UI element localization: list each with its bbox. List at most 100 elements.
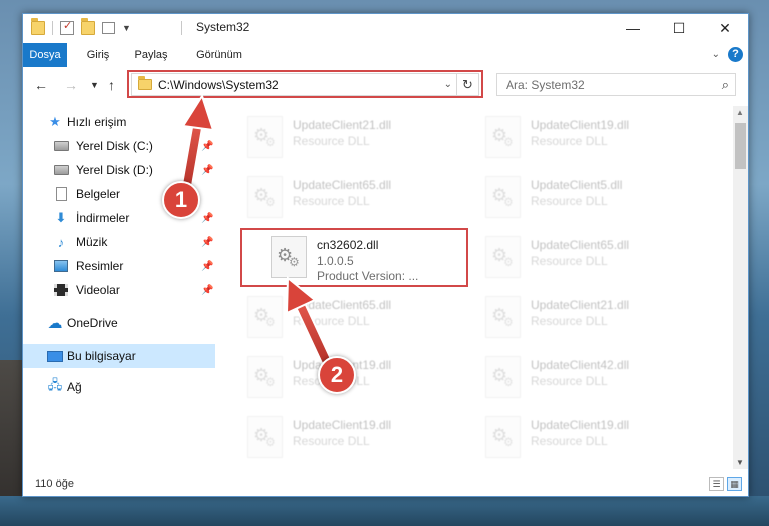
sidebar-item-label: Bu bilgisayar <box>67 349 136 363</box>
vertical-scrollbar[interactable]: ▲ ▼ <box>733 106 748 469</box>
dll-file-icon <box>247 296 283 338</box>
sidebar-item-disk-c[interactable]: Yerel Disk (C:) 📌 <box>23 134 215 158</box>
details-view-icon[interactable]: ☰ <box>709 477 724 491</box>
network-icon: 🖧 <box>47 377 63 392</box>
pin-icon[interactable]: 📌 <box>201 213 213 224</box>
sidebar-item-label: Hızlı erişim <box>67 115 127 129</box>
drive-icon <box>53 163 69 177</box>
sidebar-item-quick-access[interactable]: ★ Hızlı erişim <box>23 110 215 134</box>
title-separator <box>181 21 182 35</box>
dll-file-icon <box>485 416 521 458</box>
dll-file-icon <box>485 356 521 398</box>
sidebar-item-label: OneDrive <box>67 316 118 330</box>
up-arrow-icon[interactable]: ↑ <box>108 77 115 93</box>
file-item[interactable]: UpdateClient21.dll Resource DLL <box>479 290 699 342</box>
dll-file-icon <box>247 356 283 398</box>
address-highlight-box <box>127 70 483 98</box>
customize-toolbar-icon[interactable] <box>102 22 115 34</box>
file-description: Resource DLL <box>293 314 370 328</box>
file-name: UpdateClient5.dll <box>531 178 623 192</box>
file-description: Resource DLL <box>531 134 608 148</box>
file-description: Resource DLL <box>531 434 608 448</box>
file-description: Resource DLL <box>293 134 370 148</box>
tab-share[interactable]: Paylaş <box>129 43 173 67</box>
pin-icon[interactable]: 📌 <box>201 285 213 296</box>
maximize-button[interactable]: ☐ <box>656 14 702 42</box>
search-placeholder: Ara: System32 <box>506 78 585 92</box>
tab-file[interactable]: Dosya <box>23 43 67 67</box>
file-item[interactable]: UpdateClient21.dll Resource DLL <box>241 110 461 162</box>
sidebar-item-this-pc[interactable]: Bu bilgisayar <box>23 344 215 368</box>
sidebar-item-onedrive[interactable]: ☁ OneDrive <box>23 311 215 335</box>
file-name: UpdateClient65.dll <box>293 178 392 192</box>
scrollbar-thumb[interactable] <box>735 123 746 169</box>
pin-icon[interactable]: 📌 <box>201 237 213 248</box>
file-item[interactable]: UpdateClient19.dll Resource DLL <box>479 110 699 162</box>
close-button[interactable]: ✕ <box>702 14 748 42</box>
file-item[interactable]: UpdateClient5.dll Resource DLL <box>479 170 699 222</box>
sidebar-item-label: Müzik <box>76 235 108 249</box>
file-item[interactable]: UpdateClient42.dll Resource DLL <box>479 350 699 402</box>
sidebar-item-network[interactable]: 🖧 Ağ <box>23 375 215 399</box>
file-name: UpdateClient42.dll <box>531 358 630 372</box>
star-icon: ★ <box>49 114 61 129</box>
tiles-view-icon[interactable]: ▦ <box>727 477 742 491</box>
dll-file-icon <box>485 296 521 338</box>
scroll-down-icon[interactable]: ▼ <box>736 458 744 467</box>
file-name: UpdateClient21.dll <box>293 118 392 132</box>
dll-file-icon <box>485 176 521 218</box>
pin-icon[interactable]: 📌 <box>201 165 213 176</box>
computer-icon <box>47 349 63 363</box>
file-item[interactable]: UpdateClient19.dll Resource DLL <box>241 410 461 462</box>
search-box[interactable]: Ara: System32 ⌕ <box>496 73 736 96</box>
file-item[interactable]: UpdateClient65.dll Resource DLL <box>479 230 699 282</box>
pin-icon[interactable]: 📌 <box>201 261 213 272</box>
file-item[interactable]: UpdateClient65.dll Resource DLL <box>241 290 461 342</box>
file-highlight-box <box>240 228 468 287</box>
file-description: Resource DLL <box>531 374 608 388</box>
sidebar-item-label: Belgeler <box>76 187 121 201</box>
file-name: UpdateClient21.dll <box>531 298 630 312</box>
forward-arrow-icon[interactable]: → <box>64 77 78 93</box>
file-name: UpdateClient19.dll <box>531 118 630 132</box>
tab-view[interactable]: Görünüm <box>191 43 247 67</box>
help-icon[interactable]: ? <box>728 47 743 62</box>
file-item[interactable]: UpdateClient19.dll Resource DLL <box>479 410 699 462</box>
pin-icon[interactable]: 📌 <box>201 141 213 152</box>
back-arrow-icon[interactable]: ← <box>34 77 48 93</box>
status-bar: 110 öğe ☰ ▦ <box>23 473 748 496</box>
step-1-badge: 1 <box>162 181 200 219</box>
scroll-up-icon[interactable]: ▲ <box>736 108 744 117</box>
ribbon-controls: ⌄ ? <box>712 47 743 62</box>
view-switcher: ☰ ▦ <box>709 477 742 491</box>
properties-icon[interactable] <box>60 19 74 35</box>
sidebar-item-videos[interactable]: Videolar 📌 <box>23 278 215 302</box>
expand-ribbon-icon[interactable]: ⌄ <box>712 49 720 60</box>
window-controls: — ☐ ✕ <box>610 14 748 42</box>
tab-home[interactable]: Giriş <box>83 43 113 67</box>
cloud-icon: ☁ <box>47 315 63 332</box>
sidebar-item-label: İndirmeler <box>76 211 130 225</box>
file-name: UpdateClient19.dll <box>293 418 392 432</box>
sidebar-item-pictures[interactable]: Resimler 📌 <box>23 254 215 278</box>
step-2-badge: 2 <box>318 356 356 394</box>
document-icon <box>53 187 69 201</box>
download-icon: ⬇ <box>55 210 67 225</box>
sidebar-item-disk-d[interactable]: Yerel Disk (D:) 📌 <box>23 158 215 182</box>
new-folder-icon[interactable] <box>81 18 95 35</box>
item-count: 110 öğe <box>35 478 74 490</box>
navigation-pane: ★ Hızlı erişim Yerel Disk (C:) 📌 Yerel D… <box>23 106 215 469</box>
minimize-button[interactable]: — <box>610 14 656 42</box>
recent-locations-icon[interactable]: ▼ <box>90 80 99 90</box>
sidebar-item-music[interactable]: ♪ Müzik 📌 <box>23 230 215 254</box>
dll-file-icon <box>485 116 521 158</box>
search-icon: ⌕ <box>721 77 729 92</box>
sidebar-item-label: Resimler <box>76 259 124 273</box>
quick-access-toolbar: ▼ <box>31 18 131 36</box>
toolbar-dropdown-icon[interactable]: ▼ <box>122 23 131 33</box>
file-item[interactable]: UpdateClient65.dll Resource DLL <box>241 170 461 222</box>
file-name: UpdateClient19.dll <box>531 418 630 432</box>
file-description: Resource DLL <box>531 314 608 328</box>
title-bar: ▼ System32 — ☐ ✕ <box>23 14 748 42</box>
file-description: Resource DLL <box>293 434 370 448</box>
